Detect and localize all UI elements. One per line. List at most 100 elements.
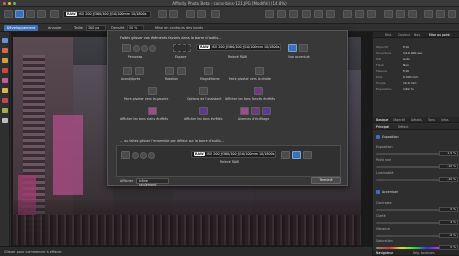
raw-status-readout: RAW ISO 200 ƒ/360/100 ƒ/10/100mm 10/1800s xyxy=(63,11,151,18)
assistant-options-icon[interactable] xyxy=(199,87,208,95)
brightness-value[interactable]: -10 % xyxy=(439,177,458,182)
tone-map-persona-icon[interactable] xyxy=(26,10,35,18)
tab-borders[interactable]: Rég. bordures xyxy=(413,250,435,256)
crop-tool-icon[interactable] xyxy=(2,108,8,113)
show-shadows-clip-icon[interactable] xyxy=(254,87,263,95)
exposure-value[interactable]: 1,5 % xyxy=(439,151,458,156)
magnifier-icon[interactable] xyxy=(204,67,213,75)
tab-navigator-bottom[interactable]: Navigateur xyxy=(376,250,393,256)
macro-icon[interactable] xyxy=(314,10,323,18)
persona-4-icon[interactable] xyxy=(149,45,156,52)
overlay-erase-tool-icon[interactable] xyxy=(2,88,8,93)
rotate-right-item-icon[interactable] xyxy=(255,67,264,75)
show-highlights-clip-icon[interactable] xyxy=(148,107,157,115)
clipping-alert-2-icon[interactable] xyxy=(251,107,260,115)
transform-icon[interactable] xyxy=(367,10,376,18)
studio-icon[interactable] xyxy=(424,10,433,18)
contrast-value[interactable]: 0 % xyxy=(439,207,458,212)
clipping-alert-1-icon[interactable] xyxy=(240,107,249,115)
rotate-left-icon[interactable] xyxy=(186,10,195,18)
guides-icon[interactable] xyxy=(396,10,405,18)
tab-basic[interactable]: Basique xyxy=(376,117,388,123)
raw-status-text: ISO 200 ƒ/360/100 ƒ/10/100mm 10/1800s xyxy=(78,12,147,16)
clipping-alert-3-icon[interactable] xyxy=(262,107,271,115)
shadows-clip-icon[interactable] xyxy=(277,10,286,18)
export-persona-icon[interactable] xyxy=(37,10,46,18)
highlights-clip-icon[interactable] xyxy=(265,10,274,18)
persona-2-icon[interactable] xyxy=(133,45,140,52)
tones-clip-icon[interactable] xyxy=(289,10,298,18)
raw-status-item[interactable]: RAW ISO 200 ƒ/360/100 ƒ/10/100mm 10/1800s xyxy=(196,44,281,51)
personas-icon[interactable] xyxy=(4,10,13,18)
tab-histogram[interactable]: Hist. xyxy=(385,32,392,38)
contrast-slider[interactable] xyxy=(376,209,440,211)
default-toolbar-set[interactable]: RAW ISO 200 ƒ/360/100 ƒ/10/100mm 10/1800s… xyxy=(116,145,341,177)
exposure-checkbox[interactable] xyxy=(376,135,380,139)
tab-navigator[interactable]: Nav. xyxy=(414,32,421,38)
tab-info[interactable]: Infos xyxy=(441,117,448,123)
brightness-slider[interactable] xyxy=(376,179,440,181)
rotate-right-icon[interactable] xyxy=(197,10,206,18)
persona-3-icon[interactable] xyxy=(141,45,148,52)
black-point-value[interactable]: -10 % xyxy=(439,164,458,169)
before-after-icon[interactable] xyxy=(123,67,132,75)
mask-icon[interactable] xyxy=(343,10,352,18)
snapping-icon[interactable] xyxy=(302,10,311,18)
align-view-2-icon[interactable] xyxy=(299,44,308,52)
enhance-checkbox[interactable] xyxy=(376,190,380,194)
show-tones-clip-icon[interactable] xyxy=(199,107,208,115)
vibrance-slider[interactable] xyxy=(376,235,440,237)
tab-color[interactable]: Couleur xyxy=(398,32,410,38)
develop-persona-icon[interactable] xyxy=(15,10,24,18)
assistant-icon[interactable] xyxy=(211,10,220,18)
size-field[interactable]: 300 px xyxy=(86,25,106,31)
tab-main[interactable]: Principal xyxy=(376,124,389,130)
compare-icon[interactable] xyxy=(50,10,59,18)
personas-item-icon[interactable] xyxy=(122,44,131,52)
red-eye-tool-icon[interactable] xyxy=(2,68,8,73)
zoom-tool-icon[interactable] xyxy=(2,118,8,123)
split-icon[interactable] xyxy=(135,67,144,75)
black-point-slider[interactable] xyxy=(376,166,440,168)
tab-focus[interactable]: Mise au point xyxy=(429,32,450,38)
tab-default[interactable]: Défaut xyxy=(398,124,408,130)
view-tool-icon[interactable] xyxy=(2,38,8,43)
rotate-left-item-icon[interactable] xyxy=(148,87,157,95)
develop-button[interactable]: Développement xyxy=(4,25,38,31)
view-icon[interactable] xyxy=(158,10,167,18)
tab-lens[interactable]: Objectif xyxy=(393,117,405,123)
info-value: Auto xyxy=(403,57,410,61)
tab-tones[interactable]: Tons xyxy=(428,117,435,123)
rotation-icon[interactable] xyxy=(165,67,174,75)
exposure-slider[interactable] xyxy=(376,153,440,155)
ruler-icon[interactable] xyxy=(408,10,417,18)
rotation-2-icon[interactable] xyxy=(177,67,186,75)
show-mode-select[interactable]: Icône seulement xyxy=(136,178,169,187)
layers-icon[interactable] xyxy=(436,10,445,18)
white-balance-tool-icon[interactable] xyxy=(2,48,8,53)
align-view-1-icon[interactable] xyxy=(288,44,297,52)
info-label: Exposition xyxy=(376,87,392,91)
reset-button[interactable]: Annuler xyxy=(48,25,62,31)
default-persona-2-icon xyxy=(132,152,139,159)
blemish-tool-icon[interactable] xyxy=(2,58,8,63)
tools-panel xyxy=(0,32,10,256)
gradient-tool-icon[interactable] xyxy=(2,98,8,103)
done-button[interactable]: Terminé xyxy=(311,177,341,184)
develop-icon[interactable] xyxy=(448,10,456,18)
arrange-icon[interactable] xyxy=(326,10,335,18)
clarity-value[interactable]: 4 % xyxy=(439,220,458,225)
grid-icon[interactable] xyxy=(384,10,393,18)
default-raw-badge: RAW xyxy=(194,152,205,156)
split-view-icon[interactable] xyxy=(169,10,178,18)
space-item[interactable] xyxy=(173,44,191,52)
vibrance-value[interactable]: -6 % xyxy=(439,233,458,238)
overlay-paint-tool-icon[interactable] xyxy=(2,78,8,83)
saturation-slider[interactable] xyxy=(376,247,440,249)
clarity-slider[interactable] xyxy=(376,222,440,224)
show-label: Afficher xyxy=(120,179,134,183)
default-raw-status: RAW ISO 200 ƒ/360/100 ƒ/10/100mm 10/1800s xyxy=(191,151,276,158)
brush-icon[interactable] xyxy=(355,10,364,18)
info-value: Non xyxy=(403,63,409,67)
tab-details[interactable]: Détails xyxy=(411,117,422,123)
